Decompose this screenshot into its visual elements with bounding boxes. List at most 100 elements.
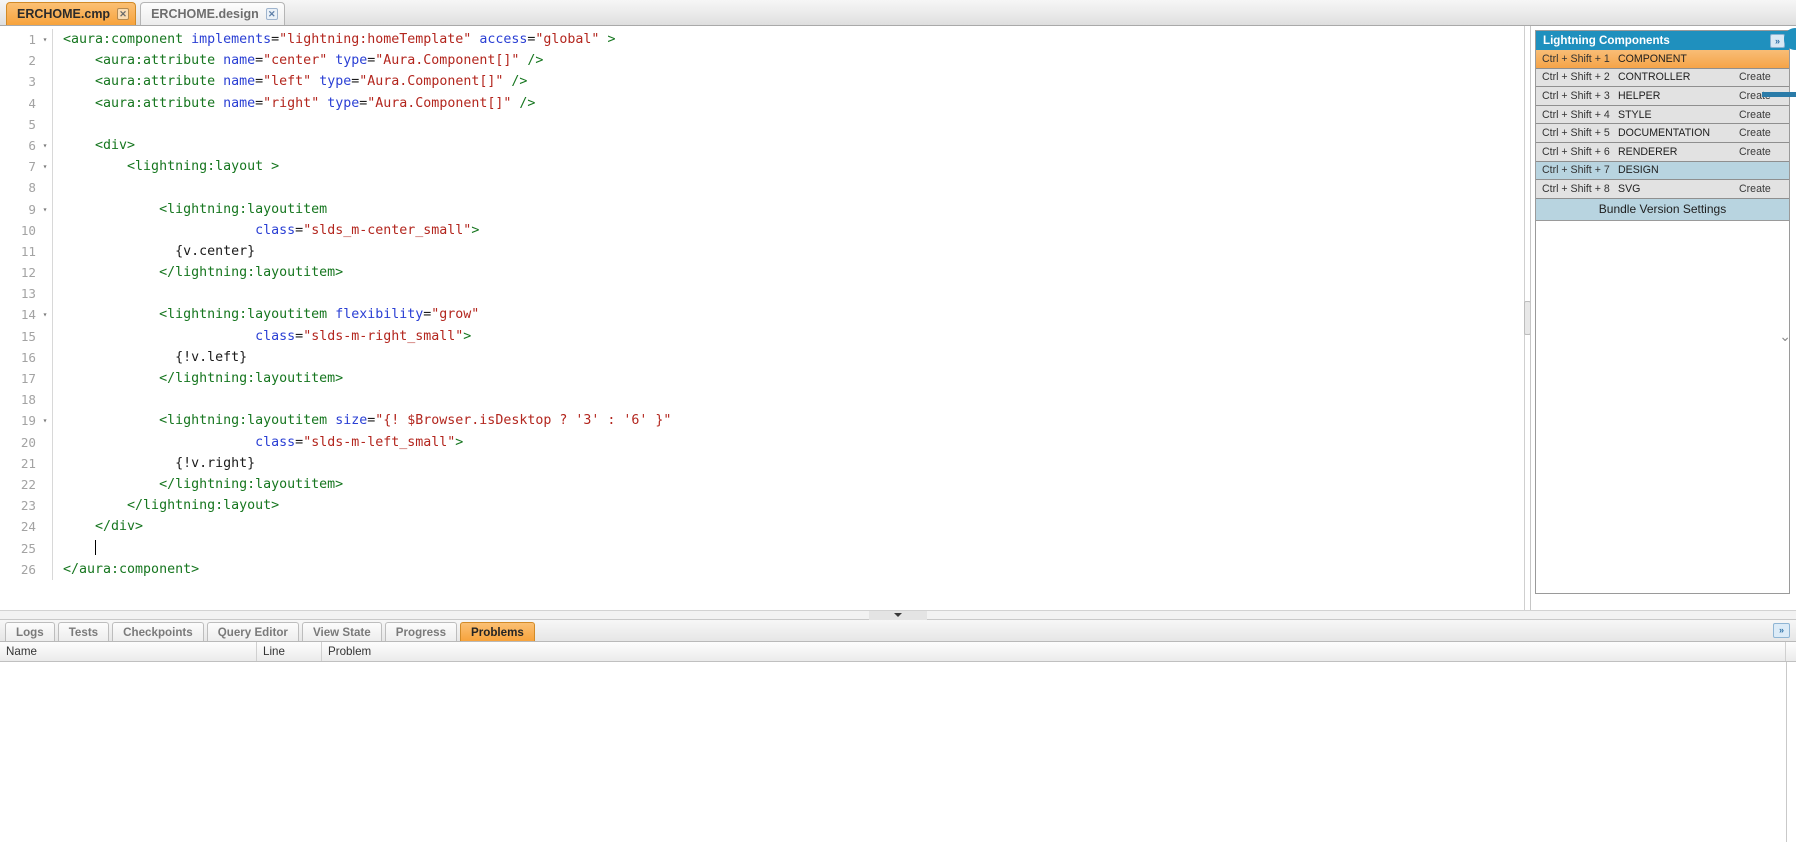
column-header-line[interactable]: Line bbox=[257, 642, 322, 661]
line-number: 5 bbox=[28, 116, 36, 132]
bundle-row-style[interactable]: Ctrl + Shift + 4 STYLE Create bbox=[1536, 105, 1789, 125]
bottom-tab-label: Tests bbox=[68, 625, 99, 639]
fold-toggle-icon[interactable]: ▾ bbox=[38, 304, 52, 325]
code-lines[interactable]: 1 ▾ <aura:component implements="lightning:… bbox=[0, 26, 1530, 610]
bundle-row-controller[interactable]: Ctrl + Shift + 2 CONTROLLER Create bbox=[1536, 68, 1789, 88]
bundle-row-component[interactable]: Ctrl + Shift + 1 COMPONENT bbox=[1536, 50, 1789, 69]
code-line[interactable]: 23 </lightning:layout> bbox=[0, 495, 1530, 517]
code-token-attr: size bbox=[335, 413, 368, 429]
code-line[interactable]: 21 {!v.right} bbox=[0, 452, 1530, 474]
code-line[interactable]: 11 {v.center} bbox=[0, 240, 1530, 263]
expand-bottom-panel-icon[interactable]: » bbox=[1773, 623, 1790, 638]
fold-toggle-icon[interactable]: ▾ bbox=[38, 199, 52, 220]
bottom-panel: Logs Tests Checkpoints Query Editor View Sta… bbox=[0, 620, 1796, 842]
close-icon[interactable]: ✕ bbox=[265, 8, 278, 20]
create-link[interactable]: Create bbox=[1739, 146, 1789, 158]
code-line[interactable]: 19 ▾ <lightning:layoutitem size="{! $Brow… bbox=[0, 410, 1530, 432]
code-line[interactable]: 25 bbox=[0, 537, 1530, 559]
code-line[interactable]: 8 bbox=[0, 177, 1530, 199]
code-line[interactable]: 22 </lightning:layoutitem> bbox=[0, 473, 1530, 496]
code-line[interactable]: 26 </aura:component> bbox=[0, 558, 1530, 580]
code-line[interactable]: 10 class="slds_m-center_small"> bbox=[0, 219, 1530, 241]
fold-toggle-icon[interactable]: ▾ bbox=[38, 156, 52, 177]
create-link[interactable]: Create bbox=[1739, 71, 1789, 83]
close-icon[interactable]: ✕ bbox=[117, 8, 130, 20]
code-line[interactable]: 17 </lightning:layoutitem> bbox=[0, 368, 1530, 390]
horizontal-splitter[interactable] bbox=[0, 610, 1796, 620]
fold-toggle-icon[interactable]: ▾ bbox=[38, 135, 52, 156]
code-line-text bbox=[57, 538, 1530, 559]
bottom-tab-query-editor[interactable]: Query Editor bbox=[206, 622, 299, 641]
blue-accent-bar bbox=[1762, 92, 1796, 97]
bottom-tab-problems[interactable]: Problems bbox=[460, 622, 535, 641]
create-link[interactable]: Create bbox=[1739, 109, 1789, 121]
right-sidebar: Lightning Components » Ctrl + Shift + 1C… bbox=[1530, 26, 1796, 610]
bundle-row-documentation[interactable]: Ctrl + Shift + 5 DOCUMENTATION Create bbox=[1536, 124, 1789, 143]
code-line[interactable]: 20 class="slds-m-left_small"> bbox=[0, 431, 1530, 453]
bottom-tab-progress[interactable]: Progress bbox=[384, 622, 458, 641]
editor-region: 1 ▾ <aura:component implements="lightning:… bbox=[0, 26, 1796, 610]
bundle-row-svg[interactable]: Ctrl + Shift + 8 SVG Create bbox=[1536, 180, 1789, 199]
fold-toggle-icon[interactable]: ▾ bbox=[38, 29, 52, 50]
bundle-row-helper[interactable]: Ctrl + Shift + 3 HELPER Create bbox=[1536, 87, 1789, 106]
code-line[interactable]: 12 </lightning:layoutitem> bbox=[0, 262, 1530, 284]
bottom-tab-checkpoints[interactable]: Checkpoints bbox=[112, 622, 204, 641]
code-token-tag: <aura:attribute bbox=[63, 95, 224, 111]
fold-toggle-icon[interactable]: ▾ bbox=[38, 410, 52, 431]
code-line[interactable]: 16 {!v.left} bbox=[0, 346, 1530, 368]
chevron-down-icon[interactable]: ⌄ bbox=[1779, 328, 1791, 345]
code-line[interactable]: 2 <aura:attribute name="center" type="Au… bbox=[0, 50, 1530, 72]
code-line[interactable]: 7 ▾ <lightning:layout > bbox=[0, 156, 1530, 178]
code-line[interactable]: 9 ▾ <lightning:layoutitem bbox=[0, 198, 1530, 220]
code-token-attr: type bbox=[327, 95, 360, 111]
code-token-plain: = bbox=[255, 74, 264, 90]
code-line[interactable]: 5 bbox=[0, 113, 1530, 135]
code-line[interactable]: 4 <aura:attribute name="right" type="Aur… bbox=[0, 92, 1530, 114]
bottom-tab-tests[interactable]: Tests bbox=[57, 622, 110, 641]
collapse-panel-icon[interactable]: » bbox=[1770, 33, 1785, 48]
column-header-name[interactable]: Name bbox=[0, 642, 257, 661]
code-line-text: <aura:component implements="lightning:ho… bbox=[57, 29, 1530, 50]
code-token-tag: </aura:component> bbox=[63, 561, 200, 577]
bundle-row-design[interactable]: Ctrl + Shift + 7 DESIGN bbox=[1536, 161, 1789, 181]
line-number: 13 bbox=[20, 286, 36, 302]
code-line[interactable]: 6 ▾ <div> bbox=[0, 134, 1530, 157]
code-line[interactable]: 3 <aura:attribute name="left" type="Aura… bbox=[0, 71, 1530, 93]
source-code-editor[interactable]: 1 ▾ <aura:component implements="lightning:… bbox=[0, 26, 1530, 610]
bottom-tab-view-state[interactable]: View State bbox=[301, 622, 382, 641]
bottom-tab-label: Logs bbox=[16, 625, 44, 639]
code-token-tag: </lightning:layout> bbox=[63, 498, 280, 514]
bottom-tab-logs[interactable]: Logs bbox=[5, 622, 55, 641]
code-token-tag: <aura:attribute bbox=[63, 53, 224, 69]
horizontal-splitter-grip[interactable] bbox=[869, 611, 927, 620]
file-tab-1[interactable]: ERCHOME.design ✕ bbox=[140, 2, 285, 25]
code-token-tag: <aura:attribute bbox=[63, 74, 224, 90]
code-token-tag: <lightning:layoutitem bbox=[63, 307, 336, 323]
code-line-text: {v.center} bbox=[57, 241, 1530, 262]
create-link[interactable]: Create bbox=[1739, 183, 1789, 195]
code-line[interactable]: 24 </div> bbox=[0, 516, 1530, 538]
code-line[interactable]: 18 bbox=[0, 389, 1530, 411]
line-number: 3 bbox=[28, 74, 36, 90]
code-token-tag: </lightning:layoutitem> bbox=[63, 371, 344, 386]
create-link[interactable]: Create bbox=[1739, 127, 1789, 139]
bundle-version-settings-button[interactable]: Bundle Version Settings bbox=[1536, 198, 1789, 221]
column-header-problem[interactable]: Problem bbox=[322, 642, 1786, 661]
bundle-row-renderer[interactable]: Ctrl + Shift + 6 RENDERER Create bbox=[1536, 142, 1789, 162]
file-tab-0[interactable]: ERCHOME.cmp ✕ bbox=[6, 2, 137, 25]
code-line[interactable]: 15 class="slds-m-right_small"> bbox=[0, 325, 1530, 347]
code-line[interactable]: 14 ▾ <lightning:layoutitem flexibility="g… bbox=[0, 304, 1530, 326]
code-line[interactable]: 1 ▾ <aura:component implements="lightning:… bbox=[0, 29, 1530, 51]
caret-indent bbox=[63, 541, 95, 556]
text-cursor bbox=[95, 539, 97, 555]
code-token-tag: <lightning:layout > bbox=[63, 159, 280, 175]
code-line[interactable]: 13 bbox=[0, 283, 1530, 305]
bundle-row-label: DESIGN bbox=[1618, 164, 1659, 177]
code-token-expr: {v.center} bbox=[63, 243, 256, 259]
